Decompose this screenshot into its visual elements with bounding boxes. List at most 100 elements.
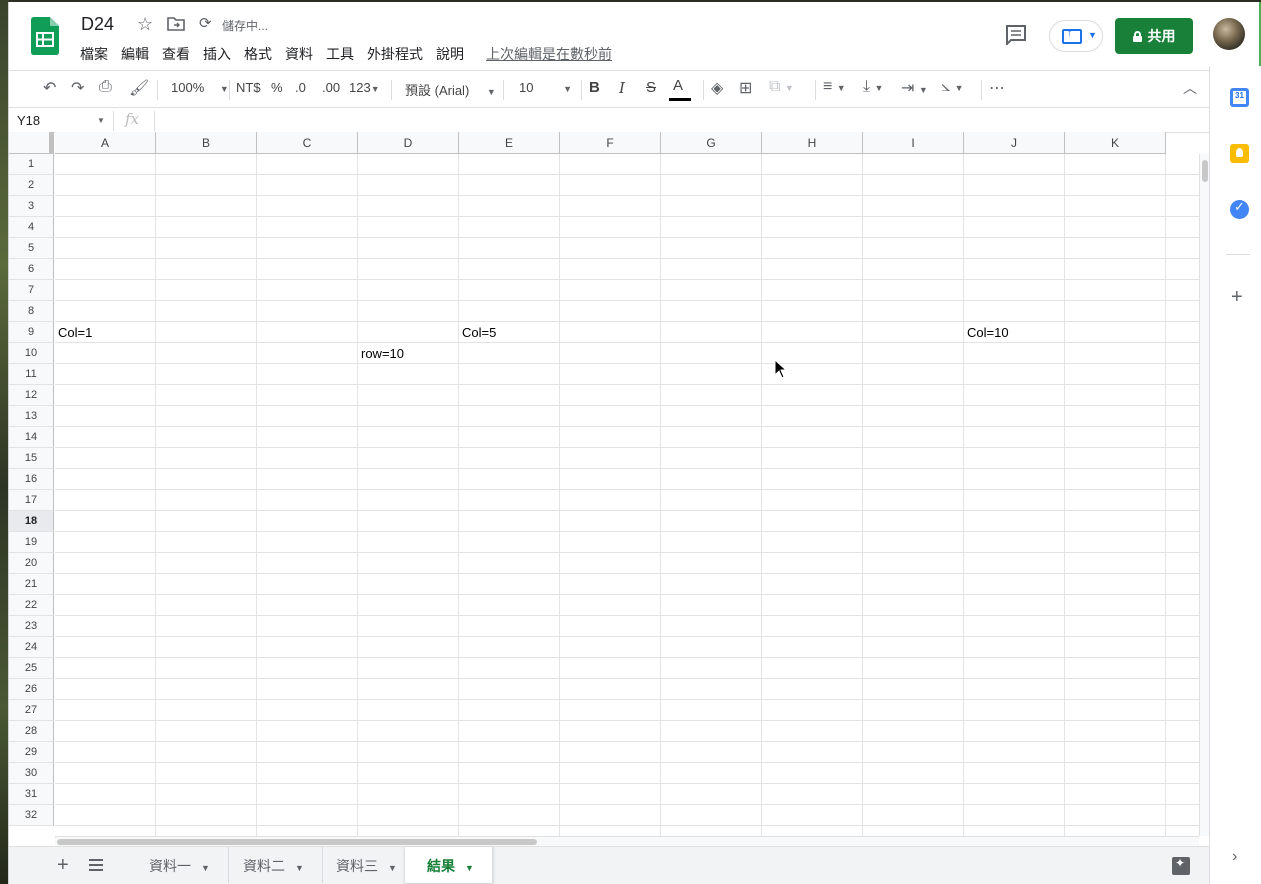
document-title[interactable]: D24 bbox=[81, 14, 114, 35]
increase-decimal-button[interactable]: .00 bbox=[322, 80, 340, 95]
row-header-2[interactable]: 2 bbox=[9, 175, 54, 196]
more-icon[interactable]: ⋯ bbox=[989, 78, 1005, 98]
menu-addons[interactable]: 外掛程式 bbox=[366, 44, 430, 64]
row-header-11[interactable]: 11 bbox=[9, 364, 54, 385]
menu-view[interactable]: 查看 bbox=[161, 44, 197, 64]
cell-d10[interactable]: row=10 bbox=[358, 343, 459, 364]
merge-cells-icon[interactable]: ⧉ ▼ bbox=[769, 78, 794, 96]
italic-button[interactable]: I bbox=[619, 79, 625, 97]
all-sheets-icon[interactable] bbox=[89, 859, 103, 871]
comment-icon[interactable] bbox=[1005, 25, 1027, 45]
get-addons-icon[interactable]: + bbox=[1231, 286, 1243, 309]
keep-icon[interactable] bbox=[1230, 144, 1249, 163]
row-header-16[interactable]: 16 bbox=[9, 469, 54, 490]
row-header-13[interactable]: 13 bbox=[9, 406, 54, 427]
move-folder-icon[interactable] bbox=[167, 16, 185, 32]
chevron-down-icon[interactable]: ▼ bbox=[201, 863, 210, 873]
menu-edit[interactable]: 編輯 bbox=[120, 44, 156, 64]
horizontal-align-icon[interactable]: ≡ ▼ bbox=[823, 78, 846, 96]
row-header-19[interactable]: 19 bbox=[9, 532, 54, 553]
text-wrapping-icon[interactable]: ⇥ ▼ bbox=[901, 78, 928, 98]
vertical-scrollbar[interactable] bbox=[1199, 154, 1209, 836]
row-header-32[interactable]: 32 bbox=[9, 805, 54, 826]
row-header-12[interactable]: 12 bbox=[9, 385, 54, 406]
strikethrough-button[interactable]: S bbox=[646, 79, 656, 96]
font-select[interactable]: 預設 (Arial) ▼ bbox=[405, 80, 496, 99]
avatar[interactable] bbox=[1213, 18, 1245, 50]
column-header-a[interactable]: A bbox=[55, 132, 156, 154]
cell-a9[interactable]: Col=1 bbox=[55, 322, 156, 343]
column-header-b[interactable]: B bbox=[156, 132, 257, 154]
row-header-24[interactable]: 24 bbox=[9, 637, 54, 658]
row-header-17[interactable]: 17 bbox=[9, 490, 54, 511]
row-header-18[interactable]: 18 bbox=[9, 511, 54, 532]
star-icon[interactable]: ☆ bbox=[137, 14, 153, 35]
column-header-j[interactable]: J bbox=[964, 132, 1065, 154]
row-header-9[interactable]: 9 bbox=[9, 322, 54, 343]
row-header-3[interactable]: 3 bbox=[9, 196, 54, 217]
redo-icon[interactable]: ↷ bbox=[71, 78, 84, 98]
cell-j9[interactable]: Col=10 bbox=[964, 322, 1065, 343]
horizontal-scrollbar[interactable] bbox=[55, 836, 1199, 846]
row-header-26[interactable]: 26 bbox=[9, 679, 54, 700]
more-formats-button[interactable]: 123▼ bbox=[349, 80, 380, 95]
column-header-e[interactable]: E bbox=[459, 132, 560, 154]
row-header-1[interactable]: 1 bbox=[9, 154, 54, 175]
column-header-g[interactable]: G bbox=[661, 132, 762, 154]
chevron-right-icon[interactable]: › bbox=[1232, 848, 1237, 866]
horizontal-scroll-thumb[interactable] bbox=[57, 839, 537, 845]
row-header-31[interactable]: 31 bbox=[9, 784, 54, 805]
print-icon[interactable]: ⎙ bbox=[99, 78, 112, 96]
text-color-button[interactable]: A bbox=[673, 77, 683, 94]
present-button[interactable]: ↑ ▼ bbox=[1049, 20, 1103, 52]
row-header-20[interactable]: 20 bbox=[9, 553, 54, 574]
percent-format-button[interactable]: % bbox=[271, 80, 283, 95]
borders-icon[interactable]: ⊞ bbox=[739, 78, 752, 98]
row-header-30[interactable]: 30 bbox=[9, 763, 54, 784]
column-header-c[interactable]: C bbox=[257, 132, 358, 154]
paint-format-icon[interactable]: 🖌 bbox=[129, 78, 149, 98]
calendar-icon[interactable] bbox=[1230, 88, 1249, 107]
vertical-align-icon[interactable]: ⤓ ▼ bbox=[863, 78, 883, 96]
undo-icon[interactable]: ↶ bbox=[43, 78, 56, 98]
chevron-down-icon[interactable]: ▼ bbox=[388, 863, 397, 873]
row-header-28[interactable]: 28 bbox=[9, 721, 54, 742]
fill-color-icon[interactable]: ◈ bbox=[711, 78, 723, 98]
bold-button[interactable]: B bbox=[589, 79, 600, 96]
chevron-down-icon[interactable]: ▼ bbox=[295, 863, 304, 873]
column-header-d[interactable]: D bbox=[358, 132, 459, 154]
column-header-i[interactable]: I bbox=[863, 132, 964, 154]
row-header-23[interactable]: 23 bbox=[9, 616, 54, 637]
sheet-tab-3[interactable]: 資料三 ▼ bbox=[314, 847, 416, 883]
currency-format-button[interactable]: NT$ bbox=[236, 80, 261, 95]
column-header-h[interactable]: H bbox=[762, 132, 863, 154]
name-box[interactable]: Y18 bbox=[17, 113, 40, 128]
decrease-decimal-button[interactable]: .0 bbox=[295, 80, 306, 95]
menu-help[interactable]: 說明 bbox=[435, 44, 471, 64]
text-rotation-icon[interactable]: ⦣ ▼ bbox=[941, 78, 964, 96]
row-header-25[interactable]: 25 bbox=[9, 658, 54, 679]
menu-data[interactable]: 資料 bbox=[284, 44, 320, 64]
row-header-10[interactable]: 10 bbox=[9, 343, 54, 364]
sheet-tab-2[interactable]: 資料二 ▼ bbox=[221, 847, 323, 883]
row-header-8[interactable]: 8 bbox=[9, 301, 54, 322]
row-header-21[interactable]: 21 bbox=[9, 574, 54, 595]
menu-insert[interactable]: 插入 bbox=[202, 44, 238, 64]
select-all-corner[interactable] bbox=[9, 132, 54, 154]
row-header-5[interactable]: 5 bbox=[9, 238, 54, 259]
sheets-logo-icon[interactable] bbox=[31, 17, 59, 55]
chevron-up-icon[interactable]: ︿ bbox=[1183, 78, 1197, 98]
spreadsheet-grid[interactable]: ABCDEFGHIJK 1 2 3 4 5 6 7 8 9 10 11 12 13 14 15 16 17 18 1… bbox=[9, 132, 1199, 836]
row-header-4[interactable]: 4 bbox=[9, 217, 54, 238]
menu-format[interactable]: 格式 bbox=[243, 44, 279, 64]
chevron-down-icon[interactable]: ▼ bbox=[97, 116, 105, 125]
cell-area[interactable] bbox=[55, 154, 1199, 836]
menu-file[interactable]: 檔案 bbox=[79, 44, 115, 64]
row-header-14[interactable]: 14 bbox=[9, 427, 54, 448]
last-edit-link[interactable]: 上次編輯是在數秒前 bbox=[486, 44, 612, 64]
row-header-15[interactable]: 15 bbox=[9, 448, 54, 469]
row-header-27[interactable]: 27 bbox=[9, 700, 54, 721]
explore-icon[interactable] bbox=[1172, 856, 1190, 875]
column-header-f[interactable]: F bbox=[560, 132, 661, 154]
share-button[interactable]: 共用 bbox=[1115, 18, 1193, 54]
